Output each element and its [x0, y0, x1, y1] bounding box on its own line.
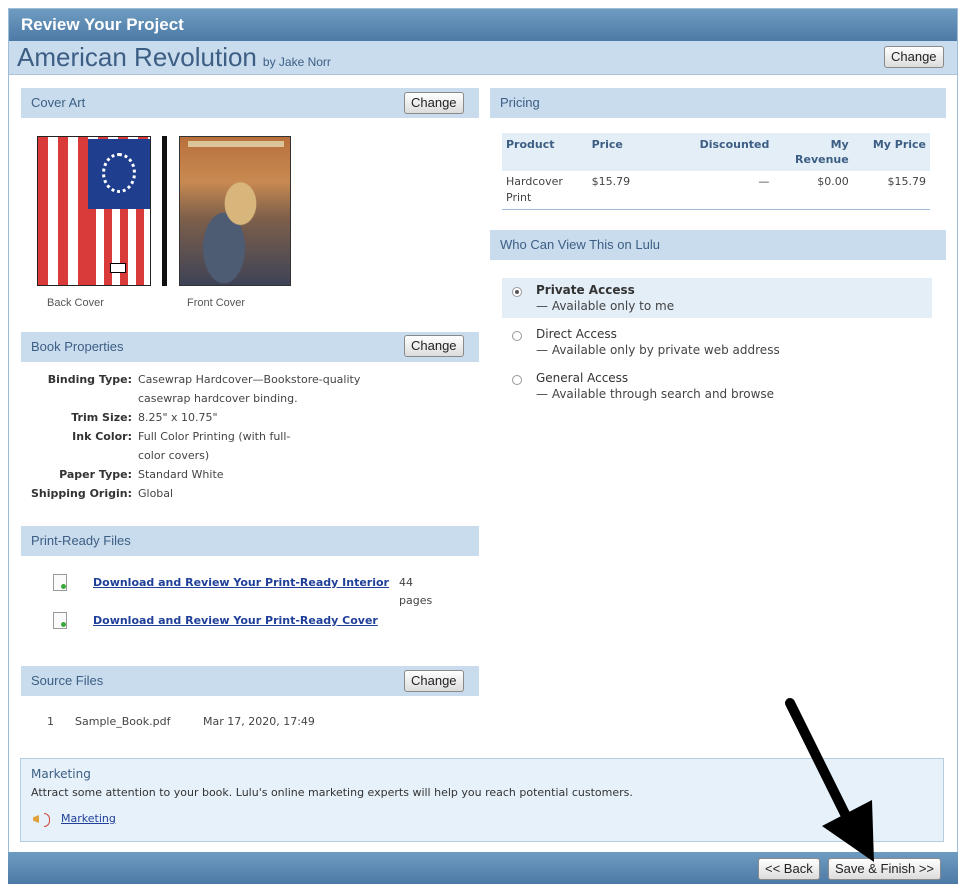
- change-cover-button[interactable]: Change: [404, 92, 464, 114]
- change-project-button[interactable]: Change: [884, 46, 944, 68]
- cell-my-price: $15.79: [852, 171, 930, 210]
- col-product: Product: [502, 133, 588, 171]
- radio-button[interactable]: [512, 375, 522, 385]
- marketing-text: Attract some attention to your book. Lul…: [31, 786, 633, 799]
- back-cover-image: [37, 136, 151, 286]
- marketing-link[interactable]: Marketing: [61, 812, 116, 825]
- megaphone-icon: [31, 809, 51, 827]
- cover-spine: [162, 136, 167, 286]
- file-row: Download and Review Your Print-Ready Int…: [53, 574, 439, 610]
- source-file-date: Mar 17, 2020, 17:49: [203, 715, 315, 728]
- access-option-desc: — Available through search and browse: [536, 387, 775, 401]
- front-cover-image: [179, 136, 291, 286]
- property-value: Full Color Printing (with full-color cov…: [138, 430, 291, 462]
- project-title: American Revolution: [17, 42, 257, 72]
- cell-revenue: $0.00: [773, 171, 853, 210]
- back-button[interactable]: << Back: [758, 858, 820, 880]
- col-my-revenue: My Revenue: [773, 133, 853, 171]
- barcode: [110, 263, 126, 273]
- file-icon: [53, 612, 67, 629]
- property-label: Trim Size:: [71, 411, 132, 424]
- access-option-title: General Access: [536, 371, 629, 385]
- access-option-direct[interactable]: Direct Access — Available only by privat…: [502, 322, 932, 362]
- property-label: Shipping Origin:: [31, 487, 132, 500]
- page-count: 44 pages: [399, 576, 433, 607]
- access-title: Who Can View This on Lulu: [500, 237, 660, 252]
- download-interior-link[interactable]: Download and Review Your Print-Ready Int…: [93, 574, 393, 610]
- property-row: Paper Type: Standard White: [20, 465, 460, 484]
- col-discounted: Discounted: [664, 133, 774, 171]
- cell-discounted: —: [664, 171, 774, 210]
- source-file-name: Sample_Book.pdf: [75, 715, 171, 728]
- save-finish-button[interactable]: Save & Finish >>: [828, 858, 941, 880]
- radio-button[interactable]: [512, 287, 522, 297]
- property-row: Ink Color: Full Color Printing (with ful…: [20, 427, 460, 465]
- property-row: Shipping Origin: Global: [20, 484, 460, 503]
- change-source-button[interactable]: Change: [404, 670, 464, 692]
- access-header: Who Can View This on Lulu: [490, 230, 946, 260]
- marketing-title: Marketing: [31, 767, 91, 781]
- cell-product: Hardcover Print: [502, 171, 588, 210]
- property-label: Binding Type:: [47, 373, 132, 386]
- cell-price: $15.79: [587, 171, 665, 210]
- pricing-header: Pricing: [490, 88, 946, 118]
- source-file-index: 1: [47, 715, 54, 728]
- property-value: 8.25" x 10.75": [138, 411, 218, 424]
- download-cover-link[interactable]: Download and Review Your Print-Ready Cov…: [93, 612, 393, 630]
- property-value: Casewrap Hardcover—Bookstore-quality cas…: [138, 373, 361, 405]
- project-title-bar: American Revolution by Jake Norr: [9, 41, 957, 75]
- property-row: Trim Size: 8.25" x 10.75": [20, 408, 460, 427]
- window-title: Review Your Project: [9, 9, 957, 41]
- marketing-box: Marketing Attract some attention to your…: [20, 758, 944, 842]
- access-option-title: Private Access: [536, 283, 635, 297]
- change-properties-button[interactable]: Change: [404, 335, 464, 357]
- author-line: by Jake Norr: [262, 54, 331, 69]
- print-ready-title: Print-Ready Files: [31, 533, 131, 548]
- access-option-title: Direct Access: [536, 327, 617, 341]
- table-row: Hardcover Print $15.79 — $0.00 $15.79: [502, 171, 930, 210]
- book-properties-title: Book Properties: [31, 339, 124, 354]
- col-my-price: My Price: [852, 133, 930, 171]
- file-row: Download and Review Your Print-Ready Cov…: [53, 612, 393, 630]
- access-option-desc: — Available only by private web address: [536, 343, 780, 357]
- source-file-row: 1 Sample_Book.pdf Mar 17, 2020, 17:49: [47, 715, 315, 728]
- access-option-general[interactable]: General Access — Available through searc…: [502, 366, 932, 406]
- access-option-private[interactable]: Private Access — Available only to me: [502, 278, 932, 318]
- front-cover-caption: Front Cover: [187, 297, 246, 309]
- radio-button[interactable]: [512, 331, 522, 341]
- col-price: Price: [587, 133, 665, 171]
- file-icon: [53, 574, 67, 591]
- source-files-title: Source Files: [31, 673, 104, 688]
- cover-art-title: Cover Art: [31, 95, 86, 110]
- pricing-table: Product Price Discounted My Revenue My P…: [502, 133, 930, 210]
- pricing-title: Pricing: [500, 95, 540, 110]
- property-label: Paper Type:: [59, 468, 132, 481]
- back-cover-caption: Back Cover: [47, 297, 104, 309]
- property-value: Standard White: [138, 468, 224, 481]
- book-properties-list: Binding Type: Casewrap Hardcover—Booksto…: [20, 370, 460, 503]
- access-option-desc: — Available only to me: [536, 299, 675, 313]
- print-ready-header: Print-Ready Files: [21, 526, 479, 556]
- property-label: Ink Color:: [72, 430, 132, 443]
- property-value: Global: [138, 487, 174, 500]
- property-row: Binding Type: Casewrap Hardcover—Booksto…: [20, 370, 460, 408]
